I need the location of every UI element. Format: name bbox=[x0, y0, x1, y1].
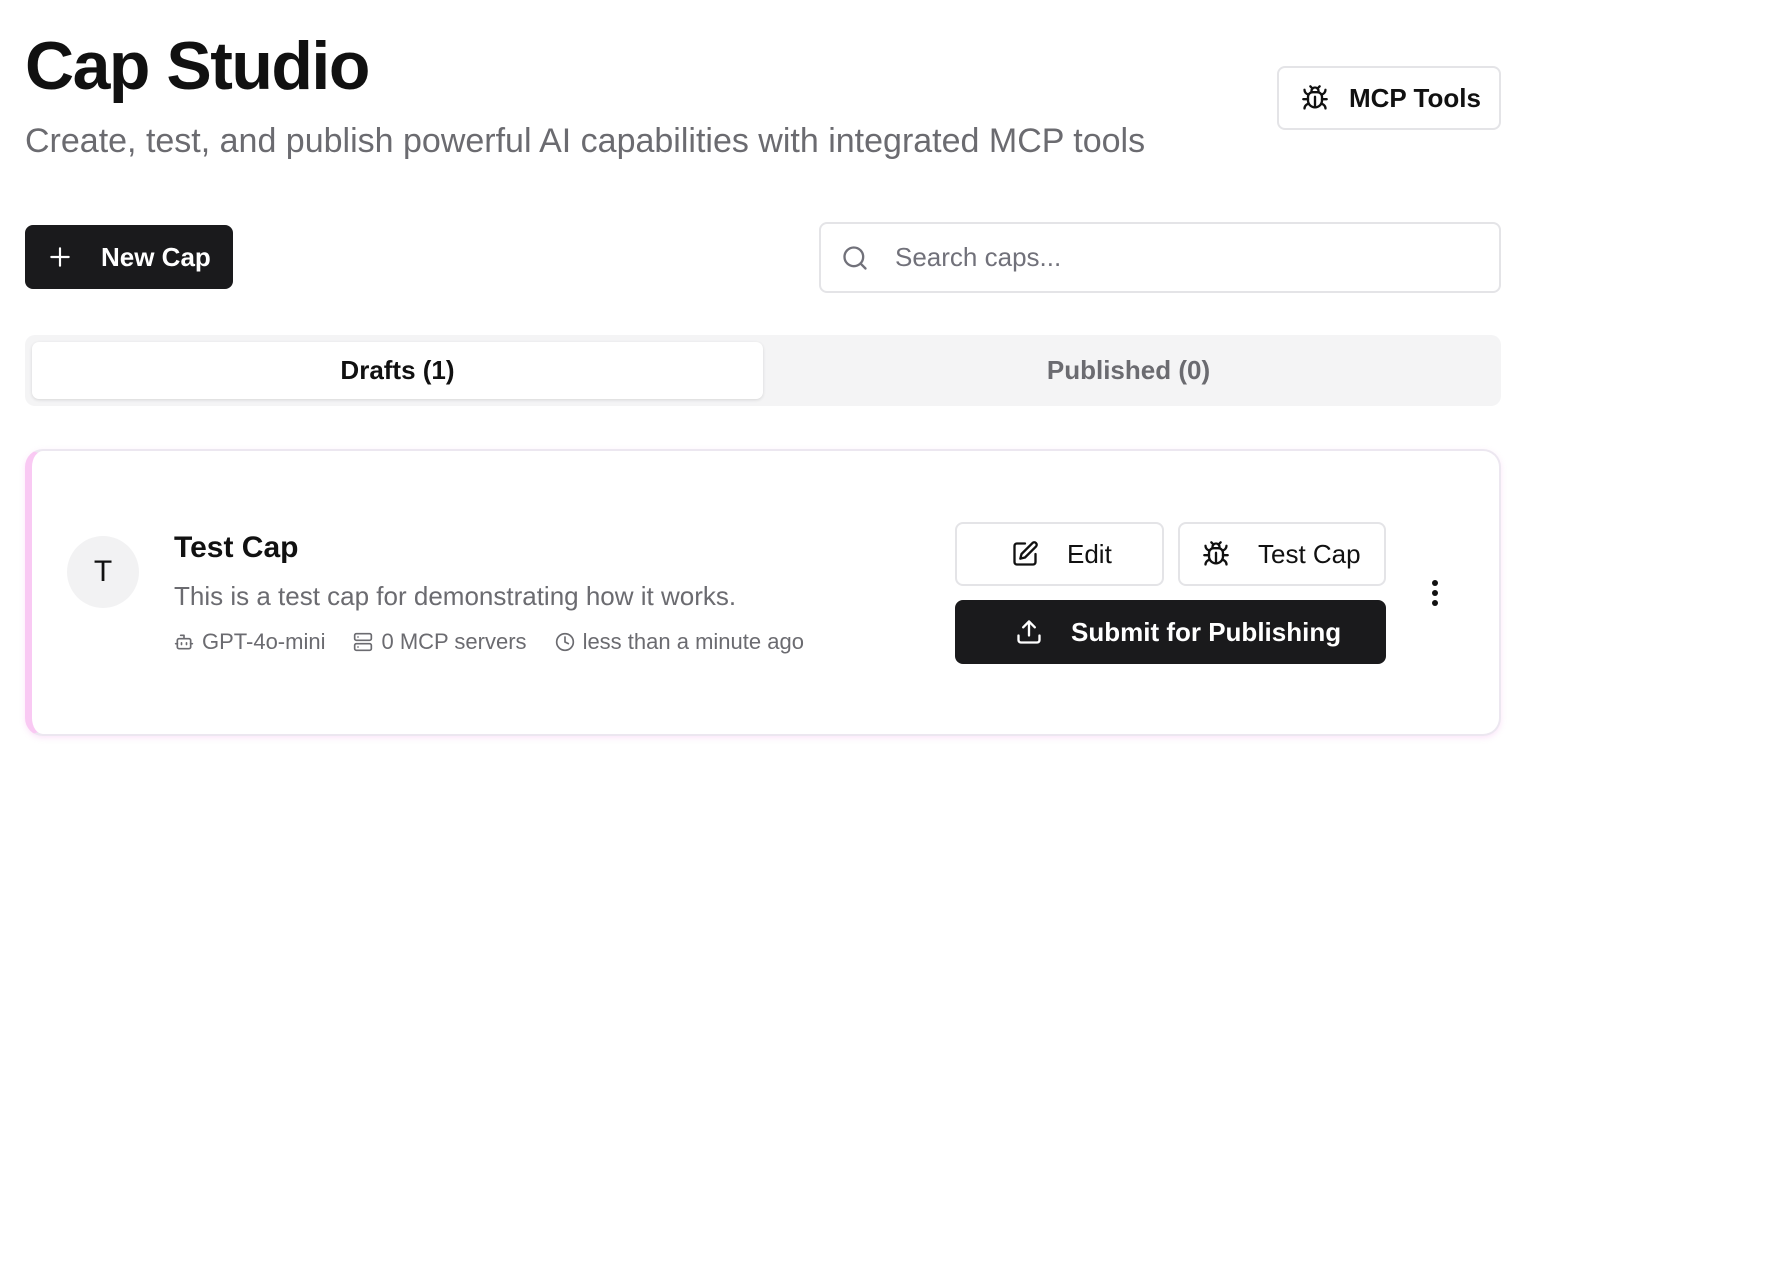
edit-label: Edit bbox=[1067, 538, 1112, 569]
clock-icon bbox=[555, 632, 574, 652]
tab-published[interactable]: Published (0) bbox=[763, 342, 1494, 399]
edit-button[interactable]: Edit bbox=[955, 522, 1164, 586]
page-title: Cap Studio bbox=[25, 28, 370, 104]
mcp-tools-button[interactable]: MCP Tools bbox=[1277, 66, 1501, 130]
servers-label: 0 MCP servers bbox=[381, 629, 527, 654]
search-input[interactable] bbox=[893, 241, 1457, 274]
mcp-tools-label: MCP Tools bbox=[1349, 82, 1481, 113]
cap-meta: GPT-4o-mini 0 MCP servers less than a mi… bbox=[174, 629, 832, 655]
meta-servers: 0 MCP servers bbox=[353, 629, 527, 655]
model-label: GPT-4o-mini bbox=[202, 629, 326, 654]
upload-icon bbox=[1017, 620, 1041, 644]
plus-icon bbox=[50, 247, 70, 267]
test-cap-label: Test Cap bbox=[1258, 538, 1361, 569]
meta-updated: less than a minute ago bbox=[555, 629, 804, 655]
test-cap-button[interactable]: Test Cap bbox=[1178, 522, 1386, 586]
bug-icon bbox=[1302, 85, 1328, 110]
page-subtitle: Create, test, and publish powerful AI ca… bbox=[25, 122, 1146, 160]
more-options-button[interactable] bbox=[1420, 571, 1450, 615]
submit-label: Submit for Publishing bbox=[1071, 616, 1342, 647]
bug-icon bbox=[1203, 541, 1229, 566]
avatar: T bbox=[67, 536, 139, 608]
updated-label: less than a minute ago bbox=[582, 629, 804, 654]
meta-model: GPT-4o-mini bbox=[174, 629, 325, 655]
tab-list: Drafts (1) Published (0) bbox=[25, 335, 1501, 406]
search-icon bbox=[843, 245, 867, 270]
new-cap-label: New Cap bbox=[101, 241, 211, 272]
tab-drafts[interactable]: Drafts (1) bbox=[32, 342, 763, 399]
more-vertical-icon bbox=[1432, 580, 1438, 606]
bot-icon bbox=[174, 634, 194, 650]
edit-icon bbox=[1013, 541, 1038, 566]
cap-card[interactable]: T Test Cap This is a test cap for demons… bbox=[25, 449, 1501, 736]
new-cap-button[interactable]: New Cap bbox=[25, 225, 233, 289]
search-box bbox=[819, 222, 1501, 293]
cap-description: This is a test cap for demonstrating how… bbox=[174, 581, 737, 611]
submit-for-publishing-button[interactable]: Submit for Publishing bbox=[955, 600, 1386, 664]
cap-name: Test Cap bbox=[174, 531, 299, 564]
server-icon bbox=[354, 632, 373, 652]
